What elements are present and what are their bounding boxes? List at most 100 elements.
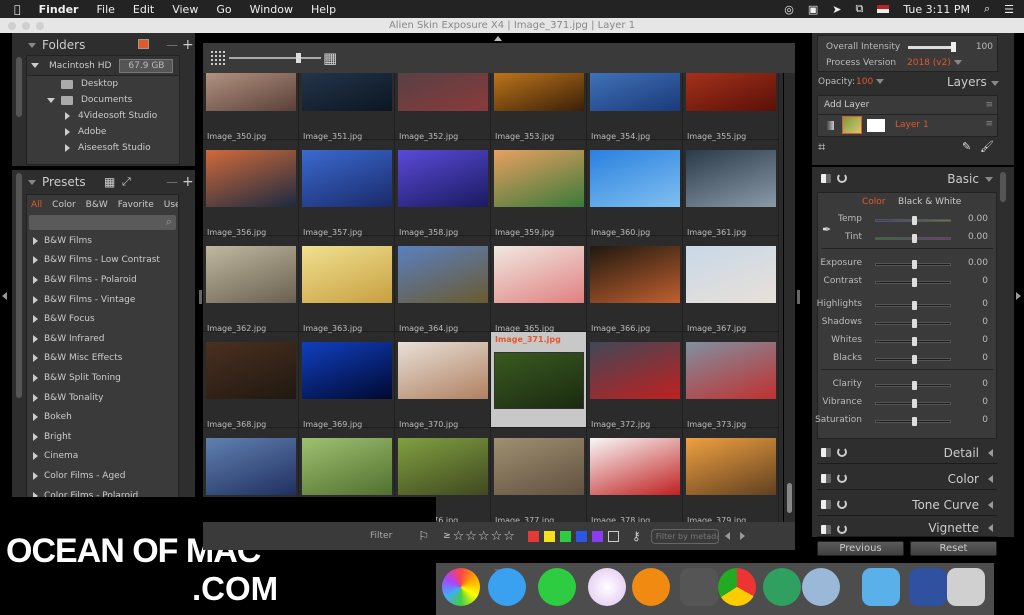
thumbnail-cell[interactable]: Image_362.jpg [203, 236, 299, 333]
collapse-right-icon[interactable] [1016, 292, 1021, 300]
thumb-size-slider[interactable] [229, 53, 321, 63]
creative-cloud-icon[interactable]: ◎ [784, 3, 794, 16]
menu-file[interactable]: File [96, 3, 114, 16]
thumbnail-cell[interactable]: Image_373.jpg [683, 332, 779, 429]
dock-safari-like-icon[interactable] [802, 568, 840, 606]
spotlight-icon[interactable]: ⌕ [984, 2, 990, 16]
thumbnail-cell[interactable]: Image_357.jpg [299, 140, 395, 237]
grid-scrollbar-track[interactable] [784, 73, 795, 522]
opacity-select[interactable]: 100 [856, 77, 885, 87]
tab-user[interactable]: User [164, 200, 178, 215]
compare-icon[interactable] [821, 474, 831, 483]
add-layer-button[interactable]: Add Layer ≡ [818, 96, 997, 115]
preset-item[interactable]: B&W Infrared [27, 329, 178, 349]
expand-section-icon[interactable] [988, 523, 993, 532]
color-label-filter[interactable] [575, 530, 587, 542]
thumbnail-cell[interactable]: Image_365.jpg [491, 236, 587, 333]
slider-knob[interactable] [912, 381, 917, 390]
thumbnail-cell[interactable]: Image_361.jpg [683, 140, 779, 237]
thumbnail-cell[interactable]: Image_359.jpg [491, 140, 587, 237]
preset-item[interactable]: B&W Split Toning [27, 368, 178, 388]
small-thumbs-icon[interactable] [211, 51, 225, 65]
add-folder-button[interactable]: + [182, 37, 194, 53]
slider-track[interactable] [875, 301, 951, 310]
thumbnail-cell[interactable]: Image_355.jpg [683, 73, 779, 141]
prev-arrow-icon[interactable] [724, 532, 730, 540]
color-label-filter[interactable] [559, 530, 571, 542]
slider-track[interactable] [875, 417, 951, 426]
reset-icon[interactable] [837, 173, 847, 183]
color-label-filter[interactable] [591, 530, 603, 542]
folder-item[interactable]: Aiseesoft Studio [27, 140, 179, 156]
preset-item[interactable]: Color Films - Aged [27, 466, 178, 486]
dock-photos-icon[interactable] [442, 568, 480, 606]
reset-icon[interactable] [837, 447, 847, 457]
no-color-filter[interactable] [607, 530, 619, 542]
thumbnail-image[interactable] [590, 246, 680, 303]
preset-item[interactable]: B&W Films [27, 231, 178, 251]
tab-bw[interactable]: B&W [86, 200, 108, 215]
thumbnail-cell[interactable]: Image_356.jpg [203, 140, 299, 237]
remove-folder-button[interactable]: — [166, 38, 178, 52]
tab-color[interactable]: Color [52, 200, 76, 215]
dock-imovie-doc-icon[interactable] [909, 568, 947, 606]
dock-facetime-icon[interactable] [538, 568, 576, 606]
eraser-icon[interactable]: ✎ [962, 140, 971, 153]
remove-preset-button[interactable]: — [166, 175, 178, 189]
layer-visibility-icon[interactable] [826, 121, 834, 130]
slider-knob[interactable] [912, 319, 917, 328]
preset-item[interactable]: B&W Films - Low Contrast [27, 251, 178, 271]
thumbnail-image[interactable] [686, 438, 776, 495]
compare-icon[interactable] [821, 174, 831, 183]
thumbnail-cell[interactable]: Image_353.jpg [491, 73, 587, 141]
section-color[interactable]: Color [817, 468, 997, 490]
preset-item[interactable]: B&W Films - Vintage [27, 290, 178, 310]
slider-track[interactable] [875, 399, 951, 408]
thumbnail-image[interactable] [494, 438, 584, 495]
dock-messages-icon[interactable] [488, 568, 526, 606]
thumbnail-cell[interactable]: Image_369.jpg [299, 332, 395, 429]
menu-go[interactable]: Go [216, 3, 231, 16]
folder-item[interactable]: Desktop [27, 76, 179, 92]
thumbnail-cell[interactable]: Image_351.jpg [299, 73, 395, 141]
clock[interactable]: Tue 3:11 PM [903, 3, 970, 16]
thumbnail-image[interactable] [398, 246, 488, 303]
close-button[interactable] [8, 22, 16, 30]
metadata-filter-input[interactable]: Filter by metadata [650, 528, 719, 544]
brush-icon[interactable]: 🖌 [980, 140, 994, 153]
thumbnail-image[interactable] [206, 150, 296, 207]
thumbnail-image[interactable] [206, 438, 296, 495]
slider-track[interactable] [875, 260, 951, 269]
rating-filter[interactable]: ☆☆☆☆☆ [453, 529, 516, 544]
slider-track[interactable] [875, 278, 951, 287]
menu-help[interactable]: Help [311, 3, 336, 16]
compare-icon[interactable] [821, 500, 831, 509]
thumbnail-cell[interactable]: Image_364.jpg [395, 236, 491, 333]
preset-item[interactable]: Cinema [27, 447, 178, 467]
thumbnail-cell[interactable]: Image_379.jpg [683, 428, 779, 522]
compare-icon[interactable] [821, 525, 831, 534]
large-thumbs-icon[interactable]: ▦ [323, 51, 337, 66]
color-label-filter[interactable] [543, 530, 555, 542]
thumbnail-image[interactable] [302, 150, 392, 207]
thumbnail-cell[interactable]: Image_352.jpg [395, 73, 491, 141]
slider-track[interactable] [875, 234, 951, 243]
preset-item[interactable]: B&W Misc Effects [27, 349, 178, 369]
dock-itunes-icon[interactable] [588, 568, 626, 606]
slider-track[interactable] [875, 216, 951, 225]
thumbnail-cell[interactable]: Image_354.jpg [587, 73, 683, 141]
mode-color-tab[interactable]: Color [862, 197, 886, 207]
collapse-folders-icon[interactable] [28, 42, 36, 48]
thumbnail-cell[interactable]: Image_358.jpg [395, 140, 491, 237]
screens-icon[interactable]: ⧉ [855, 2, 863, 16]
thumbnail-image[interactable] [302, 342, 392, 399]
section-vignette[interactable]: Vignette [817, 519, 997, 537]
slider-knob[interactable] [912, 337, 917, 346]
thumbnail-cell[interactable]: Image_363.jpg [299, 236, 395, 333]
folder-item[interactable]: Documents [27, 92, 179, 108]
left-splitter[interactable] [199, 290, 202, 304]
add-preset-button[interactable]: + [182, 174, 194, 190]
presets-scrollbar[interactable] [16, 173, 22, 398]
collapse-left-icon[interactable] [2, 292, 7, 300]
thumbnail-image[interactable] [686, 150, 776, 207]
